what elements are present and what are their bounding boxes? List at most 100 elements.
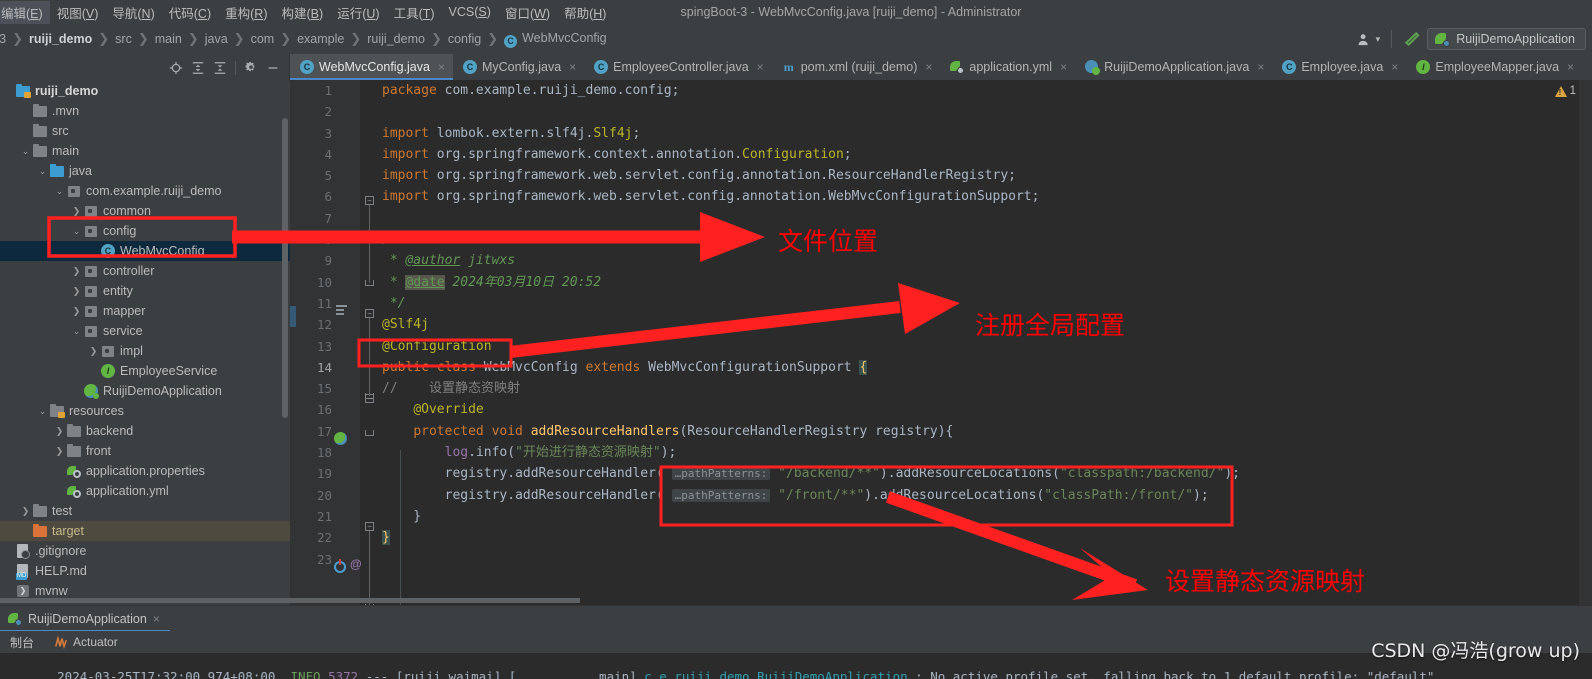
- tree-item-java[interactable]: ⌄ java: [0, 161, 290, 181]
- editor-tab-application-yml[interactable]: application.yml ×: [940, 54, 1075, 80]
- hide-tool-window-icon[interactable]: [263, 58, 283, 78]
- editor-tab-webmvcconfig-java[interactable]: C WebMvcConfig.java ×: [290, 54, 453, 80]
- tree-item--mvn[interactable]: .mvn: [0, 101, 290, 121]
- tree-expand-arrow[interactable]: ❯: [70, 285, 83, 298]
- tree-item-com-example-ruiji-demo[interactable]: ⌄ com.example.ruiji_demo: [0, 181, 290, 201]
- tree-item-entity[interactable]: ❯ entity: [0, 281, 290, 301]
- breadcrumb-item-3[interactable]: main: [150, 30, 187, 48]
- tree-item-controller[interactable]: ❯ controller: [0, 261, 290, 281]
- tree-item--gitignore[interactable]: .gitignore: [0, 541, 290, 561]
- menu-item-4[interactable]: 重构(R): [218, 1, 274, 24]
- menu-item-9[interactable]: 窗口(W): [498, 1, 557, 24]
- tree-item-employeeservice[interactable]: I EmployeeService: [0, 361, 290, 381]
- annotation-gutter-icon[interactable]: @: [350, 557, 362, 571]
- tree-item-application-yml[interactable]: application.yml: [0, 481, 290, 501]
- user-account-button[interactable]: ▾: [1350, 27, 1388, 51]
- breadcrumb-item-2[interactable]: src: [110, 30, 137, 48]
- expand-all-icon[interactable]: [188, 58, 208, 78]
- tree-item-impl[interactable]: ❯ impl: [0, 341, 290, 361]
- breadcrumb-item-0[interactable]: -3: [0, 30, 11, 48]
- build-button[interactable]: [1396, 27, 1427, 51]
- tree-item-ruiji-demo[interactable]: ruiji_demo: [0, 81, 290, 101]
- menu-item-5[interactable]: 构建(B): [275, 1, 331, 24]
- breadcrumb-item-1[interactable]: ruiji_demo: [24, 30, 97, 48]
- tree-expand-arrow[interactable]: ⌄: [36, 165, 49, 178]
- tree-item-test[interactable]: ❯ test: [0, 501, 290, 521]
- fold-marker-javadoc[interactable]: −: [365, 309, 374, 318]
- tree-expand-arrow[interactable]: ⌄: [70, 325, 83, 338]
- menu-item-10[interactable]: 帮助(H): [557, 1, 613, 24]
- tree-expand-arrow[interactable]: ❯: [70, 265, 83, 278]
- inspection-status-badge[interactable]: 1: [1554, 85, 1576, 97]
- menu-item-2[interactable]: 导航(N): [105, 1, 161, 24]
- tree-expand-arrow[interactable]: ❯: [53, 425, 66, 438]
- tree-item-resources[interactable]: ⌄ resources: [0, 401, 290, 421]
- breadcrumb-item-7[interactable]: ruiji_demo: [362, 30, 430, 48]
- tree-expand-arrow[interactable]: ⌄: [53, 185, 66, 198]
- close-icon[interactable]: ×: [1567, 60, 1574, 74]
- fold-marker-imports[interactable]: −: [365, 196, 374, 205]
- menu-item-8[interactable]: VCS(S): [442, 3, 498, 21]
- editor-tab-myconfig-java[interactable]: C MyConfig.java ×: [453, 54, 584, 80]
- close-icon[interactable]: ×: [438, 60, 445, 74]
- tree-expand-arrow[interactable]: ❯: [53, 445, 66, 458]
- breadcrumb-item-5[interactable]: com: [246, 30, 280, 48]
- run-configuration-selector[interactable]: RuijiDemoApplication: [1427, 28, 1586, 50]
- tree-item-ruijidemoapplication[interactable]: RuijiDemoApplication: [0, 381, 290, 401]
- editor-tab-employee-java[interactable]: C Employee.java ×: [1272, 54, 1406, 80]
- spring-bean-gutter-icon[interactable]: [334, 432, 347, 445]
- tree-item-service[interactable]: ⌄ service: [0, 321, 290, 341]
- close-icon[interactable]: ×: [1391, 60, 1398, 74]
- breadcrumb[interactable]: -3❯ruiji_demo❯src❯main❯java❯com❯example❯…: [0, 29, 612, 50]
- menu-item-0[interactable]: 编辑(E): [0, 0, 50, 24]
- close-icon[interactable]: ×: [1257, 60, 1264, 74]
- sub-tab-actuator[interactable]: Actuator: [44, 635, 128, 649]
- menu-item-7[interactable]: 工具(T): [387, 1, 442, 24]
- tree-item-webmvcconfig[interactable]: C WebMvcConfig: [0, 241, 290, 261]
- breadcrumb-item-6[interactable]: example: [292, 30, 349, 48]
- javadoc-gutter-icon[interactable]: [336, 304, 347, 315]
- tree-expand-arrow[interactable]: ❯: [19, 505, 32, 518]
- sub-tab-console[interactable]: 制台: [0, 634, 44, 651]
- editor-tab-employeemapper-java[interactable]: I EmployeeMapper.java ×: [1406, 54, 1582, 80]
- settings-gear-icon[interactable]: [241, 58, 261, 78]
- close-icon[interactable]: ×: [925, 60, 932, 74]
- editor-tab-pom-xml-ruiji-demo-[interactable]: m pom.xml (ruiji_demo) ×: [772, 54, 941, 80]
- tree-expand-arrow[interactable]: ⌄: [70, 225, 83, 238]
- menu-item-3[interactable]: 代码(C): [162, 1, 218, 24]
- override-gutter-icon[interactable]: [334, 559, 346, 573]
- editor-tab-ruijidemoapplication-java[interactable]: RuijiDemoApplication.java ×: [1075, 54, 1272, 80]
- menu-bar[interactable]: 编辑(E) 视图(V) 导航(N) 代码(C) 重构(R) 构建(B) 运行(U) 工具(T)…: [0, 0, 613, 24]
- tree-item-front[interactable]: ❯ front: [0, 441, 290, 461]
- tree-item-application-properties[interactable]: application.properties: [0, 461, 290, 481]
- menu-item-1[interactable]: 视图(V): [50, 1, 106, 24]
- close-icon[interactable]: ×: [757, 60, 764, 74]
- close-icon[interactable]: ×: [569, 60, 576, 74]
- breadcrumb-item-8[interactable]: config: [443, 30, 486, 48]
- tree-item-help-md[interactable]: HELP.md: [0, 561, 290, 581]
- editor-tab-employeecontroller-java[interactable]: C EmployeeController.java ×: [584, 54, 772, 80]
- breadcrumb-item-4[interactable]: java: [200, 30, 233, 48]
- run-tab-ruijidemoapplication[interactable]: RuijiDemoApplication ×: [0, 606, 170, 632]
- project-tree-scrollbar[interactable]: [282, 118, 288, 418]
- breadcrumb-current-file[interactable]: C WebMvcConfig: [499, 29, 612, 50]
- tree-item-mapper[interactable]: ❯ mapper: [0, 301, 290, 321]
- tree-item-target[interactable]: target: [0, 521, 290, 541]
- console-output[interactable]: 2024-03-25T17:32:00.974+08:00 INFO 5372 …: [0, 653, 1592, 679]
- tree-item-config[interactable]: ⌄ config: [0, 221, 290, 241]
- fold-marker-method[interactable]: −: [365, 522, 374, 531]
- editor-horizontal-scrollbar[interactable]: [0, 598, 580, 603]
- tree-expand-arrow[interactable]: ❯: [70, 205, 83, 218]
- tree-item-main[interactable]: ⌄ main: [0, 141, 290, 161]
- locate-target-icon[interactable]: [166, 58, 186, 78]
- error-stripe-marker[interactable]: [1579, 80, 1592, 605]
- tree-item-backend[interactable]: ❯ backend: [0, 421, 290, 441]
- code-editor[interactable]: 1 package com.example.ruiji_demo.config; 2…: [290, 80, 1592, 605]
- tree-expand-arrow[interactable]: ⌄: [19, 145, 32, 158]
- editor-tab-bar[interactable]: C WebMvcConfig.java × C MyConfig.java × C Emplo…: [290, 54, 1592, 80]
- tree-expand-arrow[interactable]: ❯: [87, 345, 100, 358]
- project-tree[interactable]: ruiji_demo .mvn src ⌄ main ⌄ java ⌄ com.example.…: [0, 81, 290, 605]
- close-icon[interactable]: ×: [153, 612, 160, 626]
- tree-item-src[interactable]: src: [0, 121, 290, 141]
- menu-item-6[interactable]: 运行(U): [330, 1, 386, 24]
